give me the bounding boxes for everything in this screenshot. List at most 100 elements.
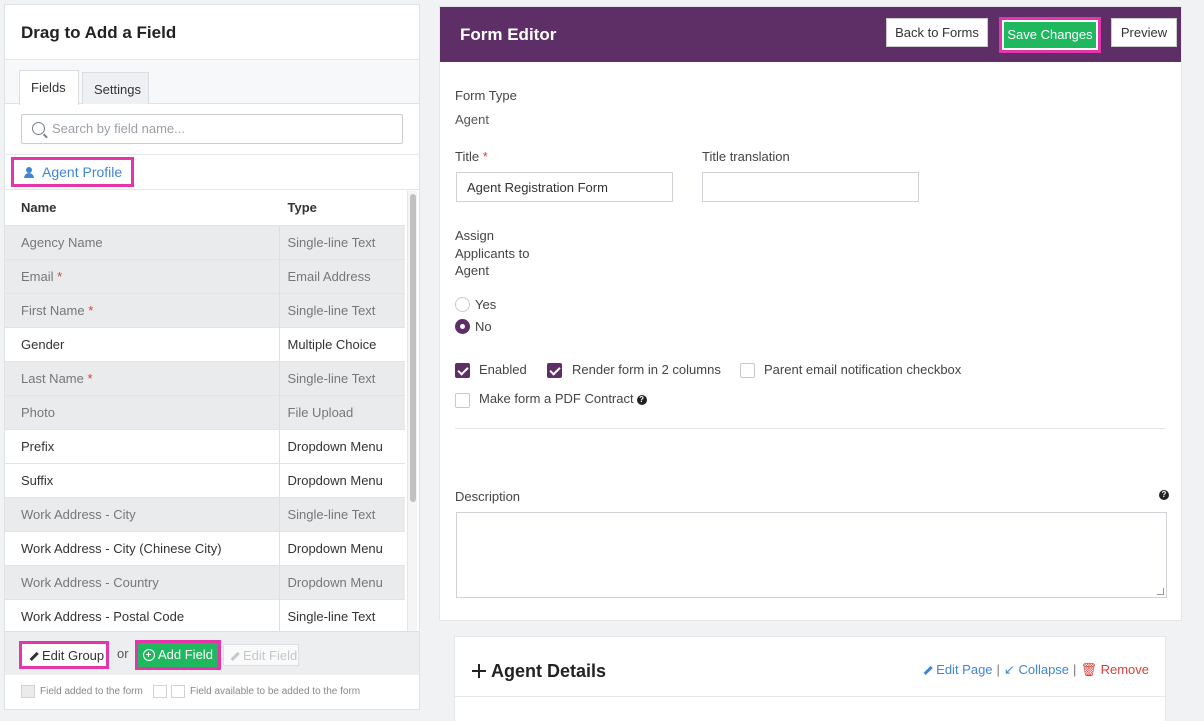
- field-name: Work Address - City: [21, 506, 136, 522]
- assign-label-line3: Agent: [455, 263, 489, 278]
- field-name: Email: [21, 268, 54, 284]
- field-name-cell: First Name *: [5, 293, 279, 328]
- section-title: Agent Details: [471, 661, 606, 682]
- agent-profile-group[interactable]: Agent Profile: [11, 157, 134, 187]
- search-placeholder: Search by field name...: [52, 121, 185, 136]
- two-columns-checkbox[interactable]: [547, 363, 562, 378]
- collapse-text: Collapse: [1018, 662, 1070, 677]
- assign-label-line1: Assign: [455, 228, 495, 243]
- field-name: Last Name: [21, 370, 84, 386]
- description-textarea[interactable]: [456, 512, 1167, 598]
- field-type-cell: File Upload: [278, 395, 405, 430]
- assign-label-line2: Applicants to: [455, 246, 530, 261]
- field-name: Photo: [21, 404, 55, 420]
- agent-details-section: Agent Details Edit Page | ↙ Collapse | 🗑 Rem…: [454, 636, 1166, 721]
- field-type-cell: Dropdown Menu: [278, 429, 405, 464]
- pdf-contract-label: Make form a PDF Contract?: [479, 391, 647, 406]
- pdf-contract-text: Make form a PDF Contract: [479, 391, 634, 406]
- help-icon[interactable]: ?: [636, 395, 647, 405]
- radio-yes-label: Yes: [475, 297, 497, 312]
- add-field-button[interactable]: Add Field: [135, 640, 221, 670]
- group-selector-row: Agent Profile: [5, 155, 419, 190]
- separator: |: [1073, 662, 1077, 677]
- trash-icon: 🗑: [1080, 662, 1097, 677]
- table-row[interactable]: Email * Email Address: [5, 259, 405, 294]
- editor-header: Form Editor Back to Forms Save Changes P…: [440, 7, 1181, 62]
- plus-circle-icon: [143, 649, 155, 661]
- collapse-link[interactable]: ↙ Collapse: [1004, 662, 1069, 677]
- table-row[interactable]: Last Name * Single-line Text: [5, 361, 405, 396]
- field-name-cell: Suffix: [5, 463, 279, 498]
- edit-icon: [923, 665, 933, 675]
- remove-link[interactable]: 🗑 Remove: [1080, 662, 1149, 677]
- section-actions: Edit Page | ↙ Collapse | 🗑 Remove: [923, 662, 1149, 678]
- field-type-cell: Single-line Text: [278, 599, 405, 631]
- table-row[interactable]: Photo File Upload: [5, 395, 405, 430]
- field-name-cell: Prefix: [5, 429, 279, 464]
- description-label: Description: [455, 489, 521, 504]
- field-name: Work Address - City (Chinese City): [21, 540, 222, 556]
- group-label: Agent Profile: [42, 164, 123, 180]
- table-row[interactable]: Suffix Dropdown Menu: [5, 463, 405, 498]
- form-type-label: Form Type: [455, 88, 517, 103]
- two-columns-label: Render form in 2 columns: [572, 362, 721, 377]
- table-row[interactable]: First Name * Single-line Text: [5, 293, 405, 328]
- table-row[interactable]: Agency Name Single-line Text: [5, 225, 405, 260]
- title-translation-input[interactable]: [702, 172, 919, 202]
- edit-page-text: Edit Page: [936, 662, 993, 677]
- save-changes-button[interactable]: Save Changes: [999, 17, 1101, 53]
- column-header-type: Type: [278, 191, 405, 226]
- table-row[interactable]: Gender Multiple Choice: [5, 327, 405, 362]
- legend-available-swatch-1: [153, 685, 167, 698]
- title-input[interactable]: Agent Registration Form: [456, 172, 673, 202]
- edit-page-link[interactable]: Edit Page: [923, 662, 993, 677]
- field-name: Suffix: [21, 472, 54, 488]
- scrollbar-thumb[interactable]: [410, 194, 416, 502]
- field-name: Work Address - Postal Code: [21, 608, 185, 624]
- table-row[interactable]: Work Address - City Single-line Text: [5, 497, 405, 532]
- editor-title: Form Editor: [460, 25, 557, 44]
- field-name-cell: Email *: [5, 259, 279, 294]
- description-help-icon[interactable]: ?: [1159, 490, 1169, 500]
- field-type-cell: Single-line Text: [278, 225, 405, 260]
- pencil-icon: [29, 651, 39, 661]
- radio-yes[interactable]: [455, 297, 470, 312]
- divider: [455, 428, 1166, 429]
- table-row[interactable]: Work Address - Country Dropdown Menu: [5, 565, 405, 600]
- tab-settings[interactable]: Settings: [82, 72, 149, 104]
- edit-group-label: Edit Group: [42, 648, 105, 663]
- enabled-label: Enabled: [479, 362, 527, 377]
- fields-table-container[interactable]: Name Type Agency Name Single-line Text Ema…: [5, 191, 405, 631]
- enabled-checkbox[interactable]: [455, 363, 470, 378]
- table-row[interactable]: Work Address - City (Chinese City) Dropdo…: [5, 531, 405, 566]
- table-row[interactable]: Prefix Dropdown Menu: [5, 429, 405, 464]
- edit-group-button[interactable]: Edit Group: [19, 641, 109, 669]
- tab-fields[interactable]: Fields: [19, 70, 79, 105]
- compress-icon: ↙: [1003, 662, 1015, 677]
- field-name-cell: Last Name *: [5, 361, 279, 396]
- add-field-label: Add Field: [158, 647, 213, 662]
- or-text: or: [117, 646, 129, 661]
- title-label-text: Title: [455, 149, 480, 164]
- search-area: Search by field name...: [5, 104, 419, 155]
- parent-email-checkbox[interactable]: [740, 363, 755, 378]
- section-title-text: Agent Details: [491, 661, 607, 681]
- back-to-forms-button[interactable]: Back to Forms: [886, 18, 988, 47]
- radio-no[interactable]: [455, 319, 470, 334]
- field-type-cell: Multiple Choice: [278, 327, 405, 362]
- pdf-contract-checkbox[interactable]: [455, 393, 470, 408]
- move-icon[interactable]: [471, 663, 487, 679]
- edit-field-button[interactable]: Edit Field: [223, 644, 299, 666]
- required-marker: *: [482, 149, 488, 164]
- preview-button[interactable]: Preview: [1111, 18, 1177, 47]
- table-row[interactable]: Work Address - Postal Code Single-line Te…: [5, 599, 405, 631]
- field-palette-panel: Drag to Add a Field Fields Settings Sear…: [4, 4, 420, 710]
- title-label: Title *: [455, 149, 488, 164]
- table-scrollbar[interactable]: [407, 191, 417, 631]
- legend: Field added to the form Field available …: [5, 677, 419, 707]
- form-editor-panel: Form Editor Back to Forms Save Changes P…: [439, 6, 1182, 621]
- field-search-input[interactable]: Search by field name...: [21, 114, 403, 144]
- field-name-cell: Photo: [5, 395, 279, 430]
- legend-available-swatch-2: [171, 685, 185, 698]
- field-name: Gender: [21, 336, 65, 352]
